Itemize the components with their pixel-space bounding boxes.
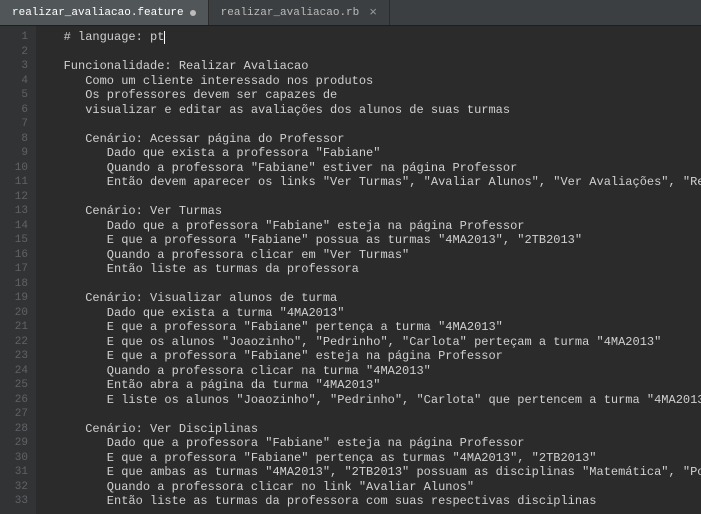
tab-feature-file[interactable]: realizar_avaliacao.feature bbox=[0, 0, 209, 25]
line-number: 7 bbox=[4, 117, 28, 132]
code-line: E que a professora "Fabiane" pertença as… bbox=[42, 451, 695, 466]
code-line: visualizar e editar as avaliações dos al… bbox=[42, 103, 695, 118]
code-content[interactable]: # language: pt Funcionalidade: Realizar … bbox=[36, 26, 701, 514]
code-line: Quando a professora "Fabiane" estiver na… bbox=[42, 161, 695, 176]
code-line: Dado que a professora "Fabiane" esteja n… bbox=[42, 436, 695, 451]
code-line: Funcionalidade: Realizar Avaliacao bbox=[42, 59, 695, 74]
line-number: 10 bbox=[4, 161, 28, 176]
line-number: 21 bbox=[4, 320, 28, 335]
line-number: 3 bbox=[4, 59, 28, 74]
code-line: Cenário: Ver Turmas bbox=[42, 204, 695, 219]
tab-bar: realizar_avaliacao.feature realizar_aval… bbox=[0, 0, 701, 26]
line-number: 11 bbox=[4, 175, 28, 190]
code-line: E que ambas as turmas "4MA2013", "2TB201… bbox=[42, 465, 695, 480]
line-number: 29 bbox=[4, 436, 28, 451]
line-number: 31 bbox=[4, 465, 28, 480]
code-line bbox=[42, 407, 695, 422]
line-number: 30 bbox=[4, 451, 28, 466]
line-number: 27 bbox=[4, 407, 28, 422]
code-line: Dado que a professora "Fabiane" esteja n… bbox=[42, 219, 695, 234]
editor-area: 1234567891011121314151617181920212223242… bbox=[0, 26, 701, 514]
tab-label: realizar_avaliacao.feature bbox=[12, 7, 184, 19]
line-number: 14 bbox=[4, 219, 28, 234]
code-line bbox=[42, 117, 695, 132]
line-number: 24 bbox=[4, 364, 28, 379]
line-number: 23 bbox=[4, 349, 28, 364]
line-number: 25 bbox=[4, 378, 28, 393]
line-number: 15 bbox=[4, 233, 28, 248]
code-line: Quando a professora clicar na turma "4MA… bbox=[42, 364, 695, 379]
code-line: Como um cliente interessado nos produtos bbox=[42, 74, 695, 89]
text-cursor bbox=[164, 31, 165, 44]
code-line: Dado que exista a professora "Fabiane" bbox=[42, 146, 695, 161]
line-number: 33 bbox=[4, 494, 28, 509]
code-line: E que os alunos "Joaozinho", "Pedrinho",… bbox=[42, 335, 695, 350]
line-number: 28 bbox=[4, 422, 28, 437]
code-line: Cenário: Ver Disciplinas bbox=[42, 422, 695, 437]
line-number: 32 bbox=[4, 480, 28, 495]
line-number-gutter: 1234567891011121314151617181920212223242… bbox=[0, 26, 36, 514]
line-number: 17 bbox=[4, 262, 28, 277]
line-number: 8 bbox=[4, 132, 28, 147]
code-line bbox=[42, 45, 695, 60]
code-line: Então devem aparecer os links "Ver Turma… bbox=[42, 175, 695, 190]
code-line: Cenário: Visualizar alunos de turma bbox=[42, 291, 695, 306]
code-line: Os professores devem ser capazes de bbox=[42, 88, 695, 103]
line-number: 12 bbox=[4, 190, 28, 205]
code-line: Então abra a página da turma "4MA2013" bbox=[42, 378, 695, 393]
line-number: 6 bbox=[4, 103, 28, 118]
line-number: 5 bbox=[4, 88, 28, 103]
close-icon[interactable]: × bbox=[369, 5, 377, 20]
tab-label: realizar_avaliacao.rb bbox=[221, 7, 360, 19]
code-line: E que a professora "Fabiane" pertença a … bbox=[42, 320, 695, 335]
line-number: 9 bbox=[4, 146, 28, 161]
line-number: 4 bbox=[4, 74, 28, 89]
code-line: E liste os alunos "Joaozinho", "Pedrinho… bbox=[42, 393, 695, 408]
line-number: 1 bbox=[4, 30, 28, 45]
line-number: 19 bbox=[4, 291, 28, 306]
code-line: Então liste as turmas da professora bbox=[42, 262, 695, 277]
line-number: 2 bbox=[4, 45, 28, 60]
code-line: E que a professora "Fabiane" esteja na p… bbox=[42, 349, 695, 364]
line-number: 20 bbox=[4, 306, 28, 321]
code-line bbox=[42, 190, 695, 205]
line-number: 13 bbox=[4, 204, 28, 219]
code-line: Então liste as turmas da professora com … bbox=[42, 494, 695, 509]
line-number: 16 bbox=[4, 248, 28, 263]
line-number: 22 bbox=[4, 335, 28, 350]
modified-indicator-icon bbox=[190, 10, 196, 16]
code-line: E que a professora "Fabiane" possua as t… bbox=[42, 233, 695, 248]
code-line: Quando a professora clicar em "Ver Turma… bbox=[42, 248, 695, 263]
code-line: # language: pt bbox=[42, 30, 695, 45]
line-number: 18 bbox=[4, 277, 28, 292]
code-line bbox=[42, 277, 695, 292]
code-line: Dado que exista a turma "4MA2013" bbox=[42, 306, 695, 321]
code-line: Quando a professora clicar no link "Aval… bbox=[42, 480, 695, 495]
tab-ruby-file[interactable]: realizar_avaliacao.rb × bbox=[209, 0, 390, 25]
line-number: 26 bbox=[4, 393, 28, 408]
code-line: Cenário: Acessar página do Professor bbox=[42, 132, 695, 147]
